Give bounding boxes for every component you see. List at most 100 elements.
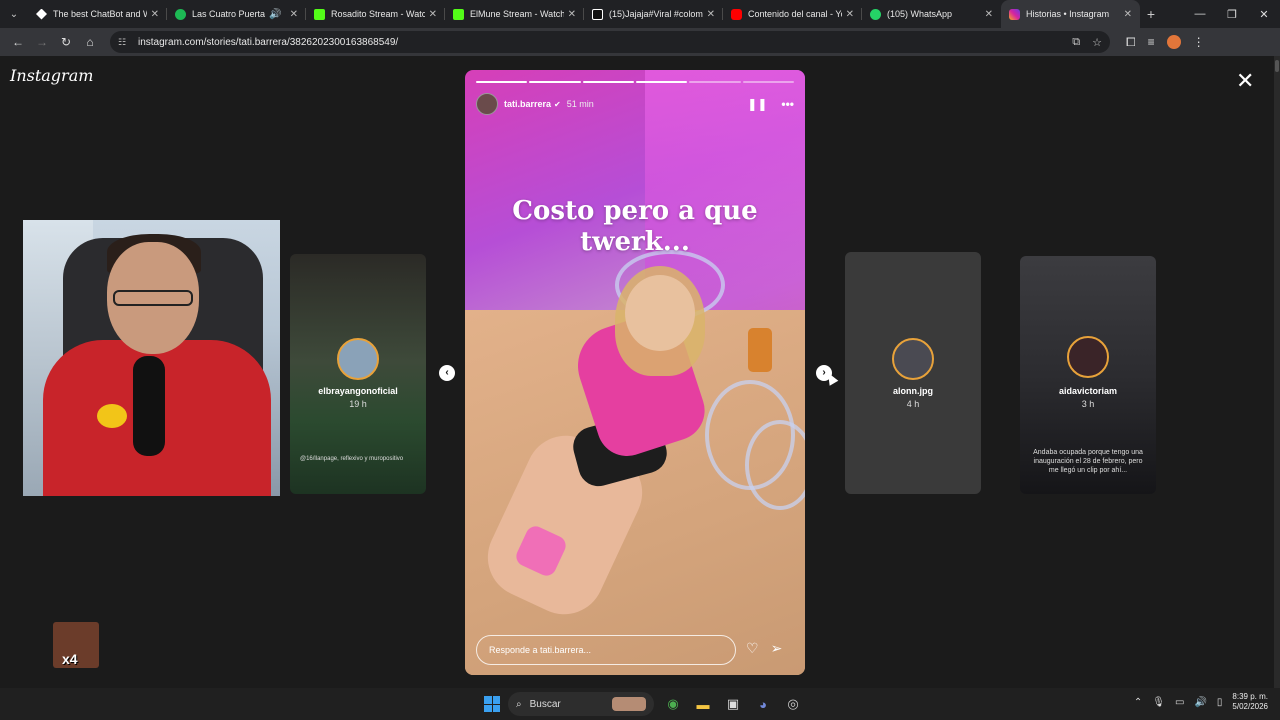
emote-badge: x4 bbox=[62, 651, 78, 667]
tab-search-button[interactable]: ⌄ bbox=[0, 0, 28, 28]
webcam-overlay bbox=[23, 220, 280, 496]
mouse-cursor-icon bbox=[823, 370, 839, 386]
story-avatar bbox=[1067, 336, 1109, 378]
kick-favicon-icon bbox=[453, 8, 464, 20]
browser-tab[interactable]: Contenido del canal - You ✕ bbox=[723, 0, 862, 28]
close-tab-icon[interactable]: ✕ bbox=[985, 9, 993, 20]
tab-label: ElMune Stream - Watch L bbox=[470, 9, 564, 19]
browser-tab[interactable]: (15)Jajaja#Viral #colombi ✕ bbox=[584, 0, 723, 28]
tab-label: (15)Jajaja#Viral #colombi bbox=[609, 9, 703, 19]
story-preview-card[interactable]: elbrayangonoficial 19 h @16/llanpage, re… bbox=[290, 254, 426, 494]
taskbar-search[interactable]: ⌕ Buscar bbox=[508, 692, 654, 716]
close-tab-icon[interactable]: ✕ bbox=[151, 9, 159, 20]
search-icon: ⌕ bbox=[516, 698, 522, 710]
tab-label: Contenido del canal - You bbox=[748, 9, 842, 19]
tab-label: The best ChatBot and Wi bbox=[53, 9, 147, 19]
chatbot-favicon-icon bbox=[36, 8, 47, 20]
close-tab-icon[interactable]: ✕ bbox=[568, 9, 576, 20]
site-info-icon[interactable]: ☷ bbox=[118, 37, 132, 48]
restore-icon[interactable]: ❐ bbox=[1216, 8, 1248, 21]
story-caption: @16/llanpage, reflexivo y muropositivo bbox=[300, 456, 404, 462]
browser-tab-bar: ⌄ The best ChatBot and Wi ✕ Las Cuatro P… bbox=[0, 0, 1280, 28]
verified-badge-icon: ✔ bbox=[554, 99, 561, 109]
close-window-icon[interactable]: ✕ bbox=[1248, 8, 1280, 21]
file-explorer-icon[interactable]: ▬ bbox=[692, 693, 714, 715]
minimize-icon[interactable]: — bbox=[1184, 8, 1216, 21]
story-preview-card[interactable]: alonn.jpg 4 h bbox=[845, 252, 981, 494]
main-story[interactable]: tati.barrera ✔ 51 min ❚❚ ••• Costo pero … bbox=[465, 70, 805, 675]
share-send-icon[interactable]: ➢ bbox=[771, 640, 783, 657]
menu-kebab-icon[interactable]: ⋮ bbox=[1193, 35, 1205, 49]
story-text-overlay: Costo pero a que twerk... bbox=[465, 196, 805, 258]
back-icon[interactable]: ← bbox=[6, 35, 30, 49]
instagram-favicon-icon bbox=[1009, 8, 1020, 20]
browser-tab[interactable]: Las Cuatro Puertas - L 🔊 ✕ bbox=[167, 0, 306, 28]
reply-input[interactable]: Responde a tati.barrera... bbox=[476, 635, 736, 665]
taskbar-clock[interactable]: 8:39 p. m. 5/02/2026 bbox=[1232, 692, 1268, 712]
story-time: 51 min bbox=[566, 99, 594, 109]
store-icon[interactable]: ▣ bbox=[722, 693, 744, 715]
story-text-line: twerk... bbox=[580, 227, 690, 258]
tab-label: (105) WhatsApp bbox=[887, 9, 953, 19]
browser-tab[interactable]: (105) WhatsApp ✕ bbox=[862, 0, 1001, 28]
story-username: alonn.jpg bbox=[893, 386, 933, 396]
story-time: 19 h bbox=[349, 399, 367, 409]
profile-avatar[interactable] bbox=[1166, 35, 1181, 49]
network-icon[interactable]: ▭ bbox=[1175, 697, 1184, 708]
page-scrollbar[interactable] bbox=[1274, 56, 1280, 688]
audio-icon[interactable]: 🔊 bbox=[269, 9, 281, 20]
tab-label: Historias • Instagram bbox=[1026, 9, 1110, 19]
install-app-icon[interactable]: ⧉ bbox=[1072, 36, 1080, 49]
close-tab-icon[interactable]: ✕ bbox=[846, 9, 854, 20]
instagram-logo[interactable]: Instagram bbox=[10, 66, 93, 85]
close-tab-icon[interactable]: ✕ bbox=[1124, 9, 1132, 20]
story-username[interactable]: tati.barrera bbox=[504, 99, 551, 109]
chrome-icon[interactable]: ◉ bbox=[662, 693, 684, 715]
tray-overflow-icon[interactable]: ⌃ bbox=[1134, 697, 1142, 708]
discord-icon[interactable]: ◕ bbox=[752, 693, 774, 715]
browser-tab[interactable]: Rosadito Stream - Watch ✕ bbox=[306, 0, 445, 28]
story-preview-card[interactable]: aidavictoriam 3 h Andaba ocupada porque … bbox=[1020, 256, 1156, 494]
steam-icon[interactable]: ◎ bbox=[782, 693, 804, 715]
close-icon[interactable]: ✕ bbox=[1236, 70, 1254, 92]
windows-taskbar: ⌕ Buscar ◉ ▬ ▣ ◕ ◎ ⌃ 🎙 ▭ 🔊 ▯ 8:39 p. m. … bbox=[0, 688, 1280, 720]
browser-tab-active[interactable]: Historias • Instagram ✕ bbox=[1001, 0, 1140, 28]
reply-placeholder: Responde a tati.barrera... bbox=[489, 645, 592, 655]
youtube-favicon-icon bbox=[731, 8, 742, 20]
volume-icon[interactable]: 🔊 bbox=[1194, 697, 1206, 708]
story-time: 4 h bbox=[906, 399, 920, 409]
bookmark-star-icon[interactable]: ☆ bbox=[1092, 36, 1102, 49]
browser-tab[interactable]: ElMune Stream - Watch L ✕ bbox=[445, 0, 584, 28]
system-tray: ⌃ 🎙 ▭ 🔊 ▯ 8:39 p. m. 5/02/2026 bbox=[1134, 692, 1268, 712]
media-controls-icon[interactable]: ≡ bbox=[1148, 35, 1155, 49]
spotify-favicon-icon bbox=[175, 8, 186, 20]
clock-time: 8:39 p. m. bbox=[1232, 692, 1268, 701]
window-controls: — ❐ ✕ bbox=[1184, 8, 1280, 21]
previous-story-button[interactable]: ‹ bbox=[439, 365, 455, 381]
reload-icon[interactable]: ↻ bbox=[54, 35, 78, 49]
new-tab-button[interactable]: + bbox=[1140, 6, 1162, 22]
close-tab-icon[interactable]: ✕ bbox=[290, 9, 298, 20]
story-caption: Andaba ocupada porque tengo una inaugura… bbox=[1033, 449, 1143, 475]
microphone-icon[interactable]: 🎙 bbox=[1152, 697, 1165, 708]
forward-icon[interactable]: → bbox=[30, 35, 54, 49]
search-highlight-image bbox=[612, 697, 646, 711]
browser-toolbar: ← → ↻ ⌂ ☷ instagram.com/stories/tati.bar… bbox=[0, 28, 1280, 56]
story-avatar[interactable] bbox=[476, 93, 498, 115]
battery-icon[interactable]: ▯ bbox=[1217, 697, 1223, 708]
story-header: tati.barrera ✔ 51 min ❚❚ ••• bbox=[476, 92, 794, 116]
more-options-icon[interactable]: ••• bbox=[781, 97, 794, 111]
close-tab-icon[interactable]: ✕ bbox=[707, 9, 715, 20]
browser-tab[interactable]: The best ChatBot and Wi ✕ bbox=[28, 0, 167, 28]
search-label: Buscar bbox=[529, 698, 561, 710]
pause-icon[interactable]: ❚❚ bbox=[747, 97, 767, 111]
home-icon[interactable]: ⌂ bbox=[78, 35, 102, 49]
story-avatar bbox=[892, 338, 934, 380]
like-heart-icon[interactable]: ♡ bbox=[746, 640, 759, 657]
extensions-icon[interactable]: ⧠ bbox=[1126, 35, 1136, 50]
address-bar[interactable]: ☷ instagram.com/stories/tati.barrera/382… bbox=[110, 31, 1110, 53]
close-tab-icon[interactable]: ✕ bbox=[429, 9, 437, 20]
tiktok-favicon-icon bbox=[592, 8, 603, 20]
stories-page: Instagram ✕ elbrayangonoficial 19 h @16/… bbox=[0, 56, 1280, 688]
windows-start-icon[interactable] bbox=[484, 696, 500, 712]
